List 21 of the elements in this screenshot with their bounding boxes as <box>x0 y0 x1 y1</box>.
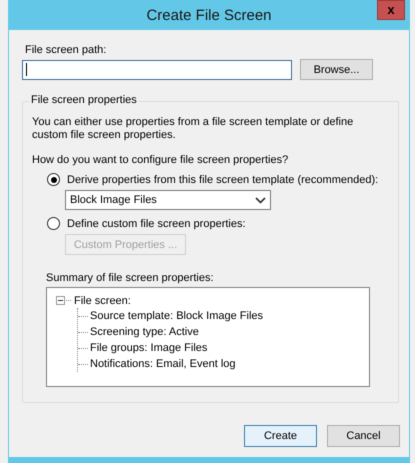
tree-item[interactable]: Notifications: Email, Event log <box>90 358 236 370</box>
collapse-icon[interactable] <box>56 296 65 305</box>
path-input[interactable] <box>22 60 292 80</box>
window-title: Create File Screen <box>146 6 272 24</box>
tree-item[interactable]: File screen: <box>74 294 131 306</box>
question-text: How do you want to configure file screen properties? <box>32 154 290 166</box>
tree-item[interactable]: Screening type: Active <box>90 326 199 338</box>
tree-item[interactable]: Source template: Block Image Files <box>90 310 264 322</box>
tree-item[interactable]: File groups: Image Files <box>90 342 208 354</box>
path-label: File screen path: <box>25 44 108 56</box>
summary-label: Summary of file screen properties: <box>46 272 215 284</box>
group-title: File screen properties <box>29 94 139 106</box>
dialog-button[interactable]: Create <box>244 425 317 447</box>
description-text: You can either use properties from a file screen template or define custom file screen properties. <box>32 116 354 142</box>
radio-label[interactable]: Derive properties from this file screen template (recommended): <box>67 174 378 186</box>
template-dropdown[interactable]: Block Image Files <box>65 190 271 210</box>
dialog-button[interactable]: Cancel <box>327 425 400 447</box>
browse-button[interactable]: Browse... <box>300 59 373 80</box>
chevron-down-icon <box>255 196 266 204</box>
close-button[interactable]: x <box>377 0 405 20</box>
radio-button[interactable] <box>47 173 60 186</box>
